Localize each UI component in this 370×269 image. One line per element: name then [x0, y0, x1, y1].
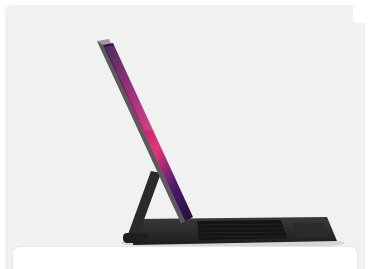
tablet-edge: [97, 41, 185, 223]
trackpad: [293, 223, 327, 238]
product-card[interactable]: [5, 5, 365, 269]
tablet-screen-glare: [105, 45, 155, 131]
stand-hinge: [123, 233, 149, 243]
product-page: [0, 0, 370, 269]
product-image[interactable]: [5, 5, 365, 269]
product-info-panel: [12, 246, 358, 269]
card-corner: [353, 5, 365, 23]
